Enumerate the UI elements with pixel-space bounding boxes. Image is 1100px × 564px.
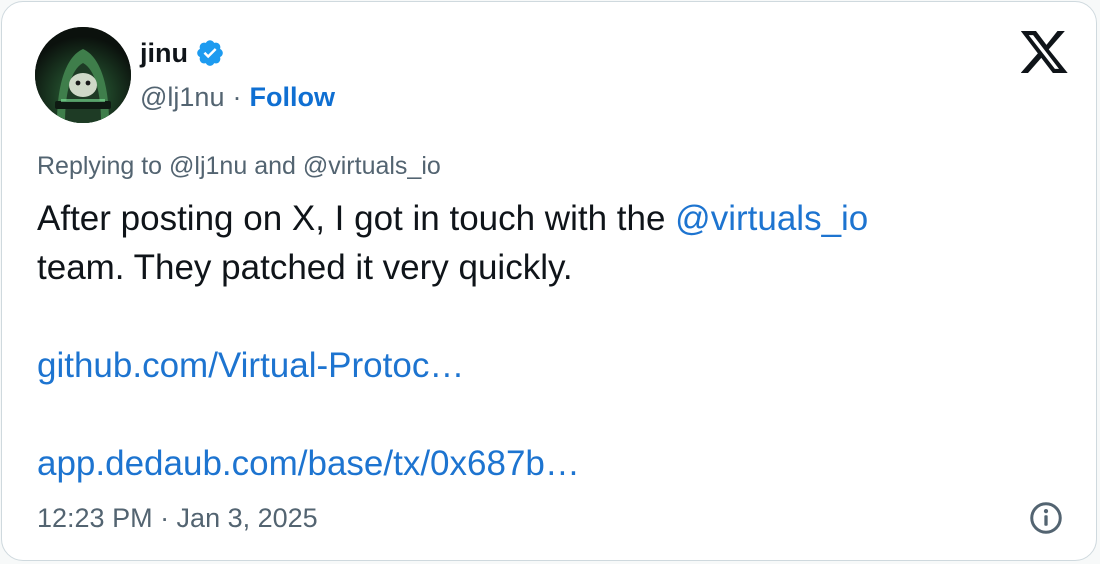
reply-mention-lj1nu[interactable]: @lj1nu (169, 152, 247, 180)
tweet-mention-virtuals[interactable]: @virtuals_io (675, 199, 868, 238)
separator-dot: · (232, 82, 242, 112)
author-handle-row: @lj1nu · Follow (140, 80, 335, 114)
follow-button[interactable]: Follow (249, 81, 334, 113)
tweet-timestamp[interactable]: 12:23 PM · Jan 3, 2025 (37, 498, 318, 538)
tweet-line-1: After posting on X, I got in touch with … (37, 194, 1037, 243)
tweet-line-2: team. They patched it very quickly. (37, 248, 573, 287)
author-name-row: jinu (140, 35, 225, 71)
verified-badge-icon (195, 38, 225, 68)
reply-conjunction: and (254, 152, 296, 180)
dedaub-link[interactable]: app.dedaub.com/base/tx/0x687b… (37, 444, 580, 483)
author-display-name[interactable]: jinu (140, 38, 188, 68)
tweet-body: After posting on X, I got in touch with … (37, 194, 1037, 488)
author-avatar[interactable] (35, 27, 131, 123)
reply-mention-virtuals[interactable]: @virtuals_io (303, 152, 441, 180)
replying-prefix: Replying to (37, 152, 163, 180)
github-link[interactable]: github.com/Virtual-Protoc… (37, 346, 464, 385)
hooded-figure-avatar-icon (35, 27, 131, 123)
author-handle[interactable]: @lj1nu (140, 81, 224, 113)
replying-to-line: Replying to @lj1nu and @virtuals_io (37, 150, 441, 182)
tweet-line-1-text: After posting on X, I got in touch with … (37, 199, 666, 238)
info-icon[interactable] (1028, 500, 1064, 536)
tweet-card: jinu @lj1nu · Follow Replying to @lj1nu … (1, 1, 1097, 561)
x-logo-icon[interactable] (1020, 31, 1069, 73)
